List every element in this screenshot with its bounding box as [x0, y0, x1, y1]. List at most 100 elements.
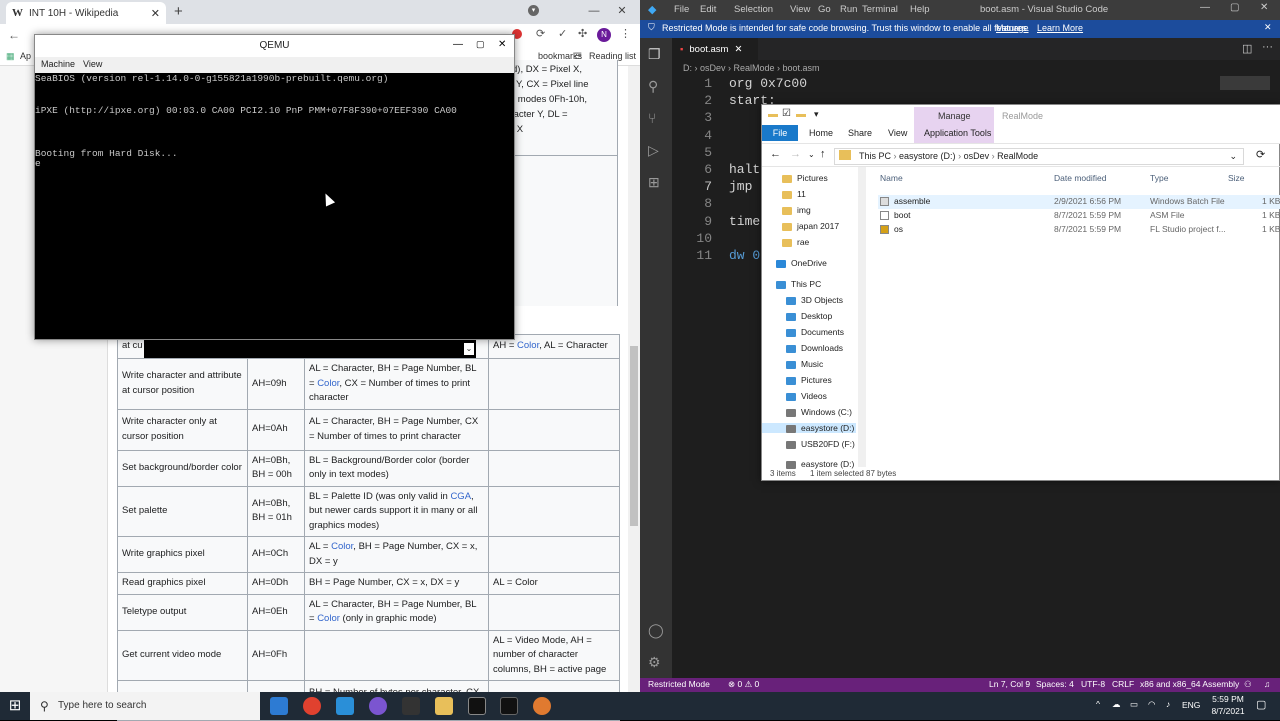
menu-file[interactable]: File: [674, 4, 689, 15]
nav-item[interactable]: OneDrive: [776, 258, 827, 268]
nav-item[interactable]: Downloads: [786, 343, 843, 353]
bookmark-apps[interactable]: Ap: [20, 51, 31, 61]
minimize-icon[interactable]: —: [1200, 2, 1210, 13]
cursor-position[interactable]: Ln 7, Col 9: [989, 679, 1030, 689]
nav-item[interactable]: This PC: [776, 279, 821, 289]
learn-more-link[interactable]: Learn More: [1037, 23, 1083, 33]
source-control-icon[interactable]: ⑂: [648, 110, 656, 126]
puzzle-icon[interactable]: ✣: [578, 27, 587, 40]
split-editor-icon[interactable]: ◫: [1242, 42, 1252, 55]
volume-icon[interactable]: ♪: [1166, 699, 1170, 709]
wiki-link[interactable]: Color: [317, 613, 340, 624]
avatar[interactable]: N: [597, 28, 611, 42]
maximize-icon[interactable]: ▢: [1230, 2, 1239, 13]
nav-item[interactable]: easystore (D:): [762, 423, 856, 433]
nav-item[interactable]: Desktop: [786, 311, 832, 321]
tab-search-icon[interactable]: ▾: [528, 5, 539, 16]
notification-icon[interactable]: ▢: [1256, 698, 1266, 711]
clock-time[interactable]: 5:59 PM: [1208, 694, 1248, 704]
minimize-icon[interactable]: —: [453, 39, 463, 50]
network-icon[interactable]: ▭: [1130, 699, 1138, 710]
new-tab-button[interactable]: +: [174, 3, 183, 20]
close-tab-icon[interactable]: ✕: [151, 7, 160, 20]
extensions-icon[interactable]: ⊞: [648, 174, 660, 191]
close-icon[interactable]: ✕: [734, 44, 742, 55]
nav-item[interactable]: rae: [782, 237, 809, 247]
vscode-icon[interactable]: [336, 697, 354, 715]
chevron-down-icon[interactable]: ▾: [814, 109, 819, 120]
mail-icon[interactable]: [270, 697, 288, 715]
nav-item[interactable]: 3D Objects: [786, 295, 843, 305]
nav-item[interactable]: USB20FD (F:): [786, 439, 855, 449]
editor-tab-boot-asm[interactable]: ▪ boot.asm ✕: [672, 38, 758, 60]
breadcrumb-item[interactable]: easystore (D:): [899, 151, 956, 161]
up-icon[interactable]: ↑: [820, 148, 826, 160]
clock-date[interactable]: 8/7/2021: [1208, 706, 1248, 716]
nav-item[interactable]: Pictures: [782, 173, 828, 183]
close-icon[interactable]: ✕: [498, 39, 506, 50]
language-indicator[interactable]: ENG: [1182, 700, 1200, 710]
nav-scrollbar[interactable]: [858, 167, 866, 467]
breadcrumb-item[interactable]: RealMode: [997, 151, 1038, 161]
cloud-icon[interactable]: ☁: [1112, 699, 1121, 710]
qemu-display[interactable]: SeaBIOS (version rel-1.14.0-0-g155821a19…: [35, 73, 514, 339]
nav-item[interactable]: japan 2017: [782, 221, 839, 231]
nav-item[interactable]: img: [782, 205, 811, 215]
wiki-link[interactable]: CGA: [450, 491, 471, 502]
account-icon[interactable]: ◯: [648, 622, 664, 639]
column-size[interactable]: Size: [1228, 173, 1245, 183]
wiki-link[interactable]: Color: [331, 541, 353, 552]
discord-icon[interactable]: [369, 697, 387, 715]
windows-start-icon[interactable]: ⊞: [0, 692, 30, 720]
nav-item[interactable]: Videos: [786, 391, 827, 401]
run-debug-icon[interactable]: ▷: [648, 142, 659, 159]
tab-view[interactable]: View: [888, 128, 907, 138]
nav-item[interactable]: 11: [782, 189, 806, 199]
chevron-up-icon[interactable]: ^: [1096, 699, 1100, 709]
wifi-icon[interactable]: ◠: [1148, 699, 1155, 710]
menu-machine[interactable]: Machine: [41, 59, 75, 69]
column-date-modified[interactable]: Date modified: [1054, 173, 1106, 183]
file-row[interactable]: os 8/7/2021 5:59 PM FL Studio project f...…: [878, 223, 1280, 237]
menu-go[interactable]: Go: [818, 4, 831, 15]
search-icon[interactable]: ⚲: [648, 78, 658, 95]
restricted-mode-status[interactable]: Restricted Mode: [648, 679, 710, 689]
close-icon[interactable]: ✕: [1260, 2, 1268, 13]
eol-status[interactable]: CRLF: [1112, 679, 1134, 689]
fl-studio-icon[interactable]: [533, 697, 551, 715]
menu-selection[interactable]: Selection: [734, 4, 773, 15]
encoding-status[interactable]: UTF-8: [1081, 679, 1105, 689]
explorer-icon[interactable]: ❐: [648, 46, 661, 63]
maximize-icon[interactable]: ▢: [476, 39, 485, 50]
tab-application-tools[interactable]: Application Tools: [924, 128, 991, 138]
file-explorer-icon[interactable]: [435, 697, 453, 715]
nav-item[interactable]: Windows (C:): [786, 407, 852, 417]
breadcrumb-item[interactable]: osDev: [964, 151, 990, 161]
apps-icon[interactable]: ▦: [6, 51, 15, 62]
refresh-icon[interactable]: ⟳: [1256, 148, 1265, 161]
menu-edit[interactable]: Edit: [700, 4, 716, 15]
close-icon[interactable]: ✕: [1264, 22, 1272, 33]
back-icon[interactable]: ←: [8, 28, 20, 42]
tab-file[interactable]: File: [762, 125, 798, 141]
back-icon[interactable]: ←: [770, 148, 781, 160]
nav-item[interactable]: Music: [786, 359, 823, 369]
chrome-icon[interactable]: [303, 697, 321, 715]
chevron-down-icon[interactable]: ⌄: [808, 150, 815, 159]
browser-tab[interactable]: W INT 10H - Wikipedia ✕: [6, 2, 166, 24]
forward-icon[interactable]: →: [790, 148, 801, 160]
column-name[interactable]: Name: [880, 173, 903, 183]
page-scrollbar-thumb[interactable]: [630, 346, 638, 526]
feedback-icon[interactable]: ⚇: [1244, 679, 1252, 690]
breadcrumb[interactable]: D: › osDev › RealMode › boot.asm: [672, 60, 1280, 76]
tab-home[interactable]: Home: [809, 128, 833, 138]
breadcrumb-item[interactable]: This PC: [859, 151, 891, 161]
qemu-icon[interactable]: [468, 697, 486, 715]
menu-terminal[interactable]: Terminal: [862, 4, 898, 15]
problems-status[interactable]: ⊗ 0 ⚠ 0: [728, 679, 759, 690]
more-icon[interactable]: ⋮: [620, 27, 631, 40]
wiki-link[interactable]: Color: [317, 378, 339, 389]
terminal-icon[interactable]: [500, 697, 518, 715]
address-bar[interactable]: This PC › easystore (D:) › osDev › RealM…: [834, 148, 1244, 165]
code-editor[interactable]: 1 org 0x7c00 2 start: 3 4 5 6 halt 7 jmp 8 9 time 10 1…: [672, 76, 807, 276]
